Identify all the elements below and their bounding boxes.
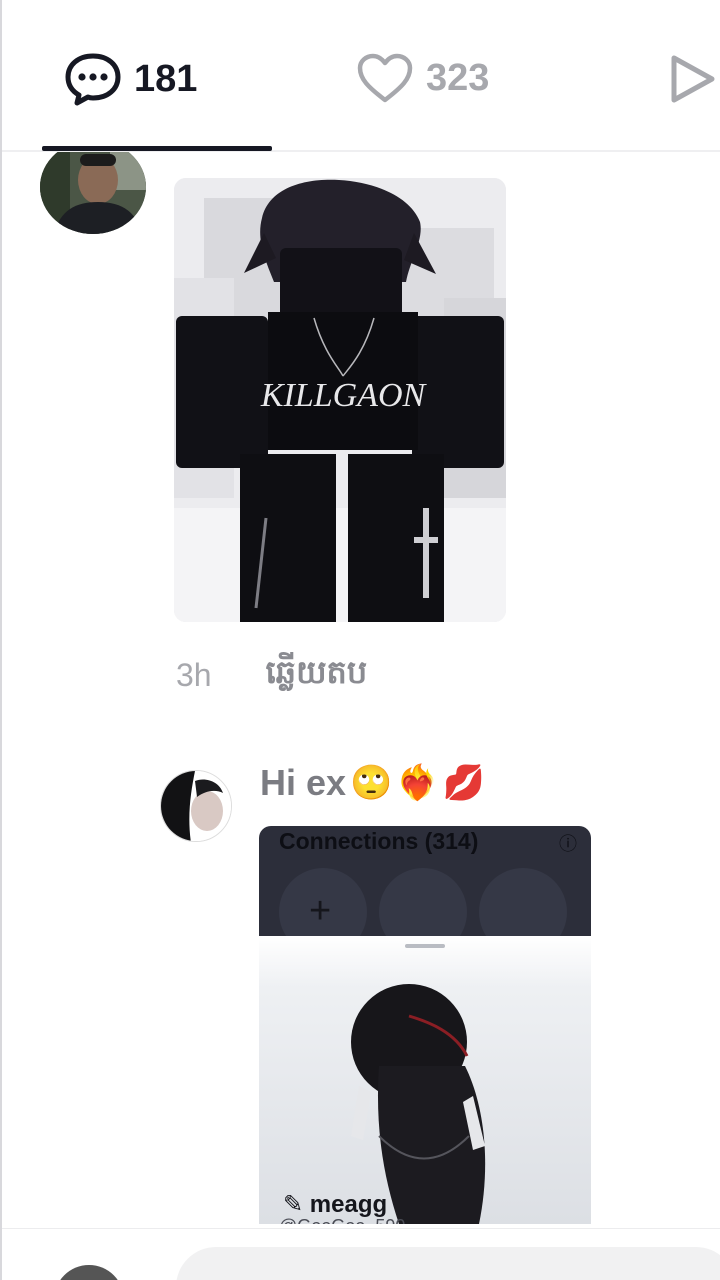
connections-title: Connections (314) bbox=[279, 828, 479, 854]
avatar-photo bbox=[40, 140, 146, 234]
comment-text: Hi ex 🙄 ❤️‍🔥 💋 bbox=[260, 762, 485, 804]
profile-username: ✎ meagg bbox=[283, 1191, 388, 1218]
avatar[interactable] bbox=[40, 140, 146, 234]
comment-body: Hi ex bbox=[260, 762, 347, 803]
comment-meta: 3h ឆ្លើយតប bbox=[176, 652, 367, 699]
roblox-avatar-illustration bbox=[351, 984, 486, 1224]
eye-roll-emoji: 🙄 bbox=[350, 764, 393, 802]
avatar[interactable] bbox=[54, 1265, 124, 1280]
roblox-avatar-shirt-image[interactable]: KILLGAON bbox=[174, 178, 506, 622]
reply-button[interactable]: ឆ្លើយតប bbox=[266, 652, 368, 699]
heart-icon bbox=[357, 53, 413, 103]
profile-screenshot-image[interactable]: Connections (314) ⓘ + ✎ meagg @GooGoo_59… bbox=[259, 826, 591, 1224]
heart-on-fire-emoji: ❤️‍🔥 bbox=[396, 764, 439, 802]
stats-tab-bar: 181 323 bbox=[0, 0, 720, 152]
play-arrow-icon bbox=[671, 55, 715, 103]
comment-bubble-icon bbox=[65, 53, 121, 106]
avatar[interactable] bbox=[160, 770, 232, 842]
tab-share[interactable] bbox=[668, 52, 718, 106]
comment-input-bar bbox=[0, 1228, 720, 1280]
avatar-photo bbox=[161, 771, 231, 841]
likes-count: 323 bbox=[426, 56, 490, 99]
roblox-avatar-illustration: KILLGAON bbox=[174, 178, 506, 622]
profile-sheet: ✎ meagg @GooGoo_590 bbox=[259, 936, 591, 1224]
shirt-graphic-text: KILLGAON bbox=[260, 377, 428, 414]
profile-handle: @GooGoo_590 bbox=[279, 1216, 405, 1224]
connections-panel: Connections (314) ⓘ + bbox=[259, 826, 591, 956]
info-icon: ⓘ bbox=[559, 834, 577, 854]
active-tab-indicator bbox=[42, 146, 272, 151]
left-edge-divider bbox=[0, 0, 2, 1280]
tab-comments[interactable]: 181 bbox=[64, 52, 197, 106]
comment-timestamp: 3h bbox=[176, 657, 212, 693]
plus-icon: + bbox=[309, 890, 332, 932]
comment-input[interactable] bbox=[176, 1247, 720, 1280]
username-text: meagg bbox=[309, 1191, 388, 1218]
tab-likes[interactable]: 323 bbox=[356, 52, 489, 104]
kiss-mark-emoji: 💋 bbox=[442, 764, 486, 802]
comments-count: 181 bbox=[134, 57, 198, 100]
